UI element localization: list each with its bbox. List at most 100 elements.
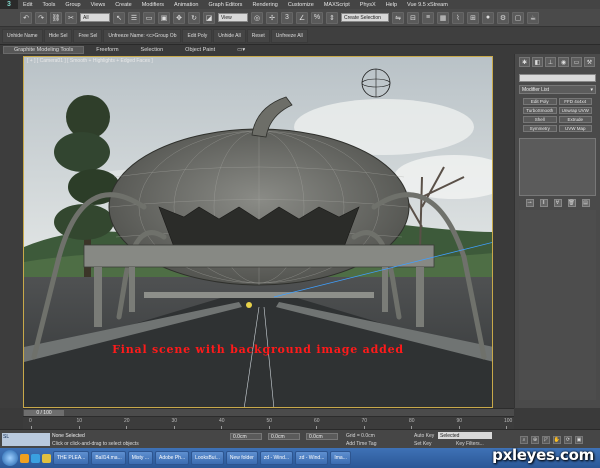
select-object-icon[interactable]: ↖ — [113, 11, 125, 24]
select-move-icon[interactable]: ✥ — [173, 11, 185, 24]
modifier-button[interactable]: TurboSmooth — [523, 107, 557, 114]
menu-modifiers[interactable]: Modifiers — [137, 2, 169, 8]
taskbar-item[interactable]: Misty ... — [127, 451, 153, 465]
unhide-all-button[interactable]: Unhide All — [213, 28, 246, 43]
taskbar-item[interactable]: New folder — [225, 451, 258, 465]
taskbar-item[interactable]: LooksBui... — [191, 451, 224, 465]
unhide-name-button[interactable]: Unhide Name — [2, 28, 43, 43]
unlink-icon[interactable]: ✂ — [65, 11, 77, 24]
time-slider[interactable]: 0 / 100 — [23, 408, 514, 416]
ie-icon[interactable] — [31, 453, 40, 463]
taskbar-item[interactable]: zd - Wind... — [295, 451, 329, 465]
show-end-result-icon[interactable]: ‖ — [539, 199, 548, 207]
align-icon[interactable]: ⊟ — [407, 11, 419, 24]
mirror-icon[interactable]: ⇋ — [392, 11, 404, 24]
ribbon-options-icon[interactable]: ▭▾ — [227, 46, 255, 54]
link-icon[interactable]: ⛓ — [50, 11, 62, 24]
unfreeze-name-button[interactable]: Unfreeze Name: <c>Group Ob — [103, 28, 182, 43]
select-scale-icon[interactable]: ◪ — [203, 11, 215, 24]
auto-key-button[interactable]: Auto Key — [414, 433, 434, 439]
selection-filter-dropdown[interactable]: All — [80, 13, 110, 22]
orbit-icon[interactable]: ⟳ — [564, 435, 572, 444]
menu-physx[interactable]: PhysX — [355, 2, 381, 8]
modifier-stack[interactable] — [519, 138, 596, 196]
manipulate-icon[interactable]: ✢ — [266, 11, 278, 24]
tab-selection[interactable]: Selection — [131, 46, 174, 54]
taskbar-item[interactable]: THE PLEA... — [53, 451, 90, 465]
undo-icon[interactable]: ↶ — [20, 11, 32, 24]
maximize-viewport-icon[interactable]: ▣ — [575, 435, 583, 444]
render-production-icon[interactable]: ☕ — [527, 11, 539, 24]
reference-coord-dropdown[interactable]: View — [218, 13, 248, 22]
edit-poly-button[interactable]: Edit Poly — [182, 28, 213, 43]
folder-icon[interactable] — [42, 453, 51, 463]
y-coord-field[interactable]: 0.0cm — [268, 433, 300, 440]
display-tab-icon[interactable]: ▭ — [571, 57, 582, 67]
pin-stack-icon[interactable]: ⊸ — [525, 199, 534, 207]
unfreeze-all-button[interactable]: Unfreeze All — [270, 28, 308, 43]
schematic-view-icon[interactable]: ⊞ — [467, 11, 479, 24]
pan-icon[interactable]: ✋ — [553, 435, 561, 444]
modifier-button[interactable]: Shell — [523, 116, 557, 123]
modifier-button[interactable]: Symmetry — [523, 125, 557, 132]
start-button-icon[interactable] — [2, 450, 18, 466]
hide-sel-button[interactable]: Hide Sel — [43, 28, 73, 43]
firefox-icon[interactable] — [20, 453, 29, 463]
zoom-all-icon[interactable]: ⊕ — [531, 435, 539, 444]
window-crossing-icon[interactable]: ▣ — [158, 11, 170, 24]
select-rotate-icon[interactable]: ↻ — [188, 11, 200, 24]
layer-icon[interactable]: ≡ — [422, 11, 434, 24]
menu-vue[interactable]: Vue 9.5 xStream — [402, 2, 453, 8]
set-key-button[interactable]: Set Key — [414, 441, 432, 447]
tab-graphite-modeling-tools[interactable]: Graphite Modeling Tools — [3, 45, 85, 54]
zoom-icon[interactable]: ⌕ — [520, 435, 528, 444]
redo-icon[interactable]: ↷ — [35, 11, 47, 24]
modify-tab-icon[interactable]: ◧ — [532, 57, 543, 67]
menu-views[interactable]: Views — [86, 2, 111, 8]
tab-object-paint[interactable]: Object Paint — [175, 46, 225, 54]
motion-tab-icon[interactable]: ◉ — [558, 57, 569, 67]
graphite-toggle-icon[interactable]: ▦ — [437, 11, 449, 24]
taskbar-item[interactable]: Ball14.ma... — [91, 451, 126, 465]
menu-edit[interactable]: Edit — [18, 2, 37, 8]
percent-snap-icon[interactable]: % — [311, 11, 323, 24]
pivot-icon[interactable]: ◎ — [251, 11, 263, 24]
free-sel-button[interactable]: Free Sel — [73, 28, 103, 43]
angle-snap-icon[interactable]: ∠ — [296, 11, 308, 24]
app-logo-icon[interactable]: 3 — [0, 0, 18, 9]
render-setup-icon[interactable]: ⚙ — [497, 11, 509, 24]
track-bar[interactable]: 0 10 20 30 40 50 60 70 80 90 100 — [23, 416, 514, 429]
select-by-name-icon[interactable]: ☰ — [128, 11, 140, 24]
menu-rendering[interactable]: Rendering — [247, 2, 282, 8]
menu-maxscript[interactable]: MAXScript — [319, 2, 355, 8]
tab-freeform[interactable]: Freeform — [86, 46, 128, 54]
remove-modifier-icon[interactable]: 🗑 — [567, 199, 576, 207]
object-name-field[interactable] — [519, 74, 596, 82]
modifier-button[interactable]: UVW Map — [558, 125, 592, 132]
key-selection-dropdown[interactable]: Selected — [438, 432, 492, 439]
menu-help[interactable]: Help — [381, 2, 402, 8]
configure-sets-icon[interactable]: ▤ — [581, 199, 590, 207]
menu-customize[interactable]: Customize — [283, 2, 319, 8]
key-filters-button[interactable]: Key Filters... — [456, 441, 484, 447]
material-editor-icon[interactable]: ● — [482, 11, 494, 24]
modifier-button[interactable]: FFD 4x4x4 — [558, 98, 592, 105]
utilities-tab-icon[interactable]: ⚒ — [584, 57, 595, 67]
curve-editor-icon[interactable]: ⌇ — [452, 11, 464, 24]
z-coord-field[interactable]: 0.0cm — [306, 433, 338, 440]
modifier-button[interactable]: Unwrap UVW — [558, 107, 592, 114]
modifier-button[interactable]: Extrude — [558, 116, 592, 123]
rendered-frame-icon[interactable]: ▢ — [512, 11, 524, 24]
menu-group[interactable]: Group — [60, 2, 85, 8]
maxscript-listener[interactable]: SL — [2, 433, 50, 446]
x-coord-field[interactable]: 0.0cm — [230, 433, 262, 440]
menu-tools[interactable]: Tools — [37, 2, 60, 8]
rect-selection-icon[interactable]: ▭ — [143, 11, 155, 24]
spinner-snap-icon[interactable]: ⇕ — [326, 11, 338, 24]
menu-graph-editors[interactable]: Graph Editors — [204, 2, 248, 8]
make-unique-icon[interactable]: ∀ — [553, 199, 562, 207]
taskbar-item[interactable]: zd - Wind... — [259, 451, 294, 465]
modifier-button[interactable]: Edit Poly — [523, 98, 557, 105]
create-tab-icon[interactable]: ✱ — [519, 57, 530, 67]
taskbar-item[interactable]: Adobe Ph... — [154, 451, 190, 465]
